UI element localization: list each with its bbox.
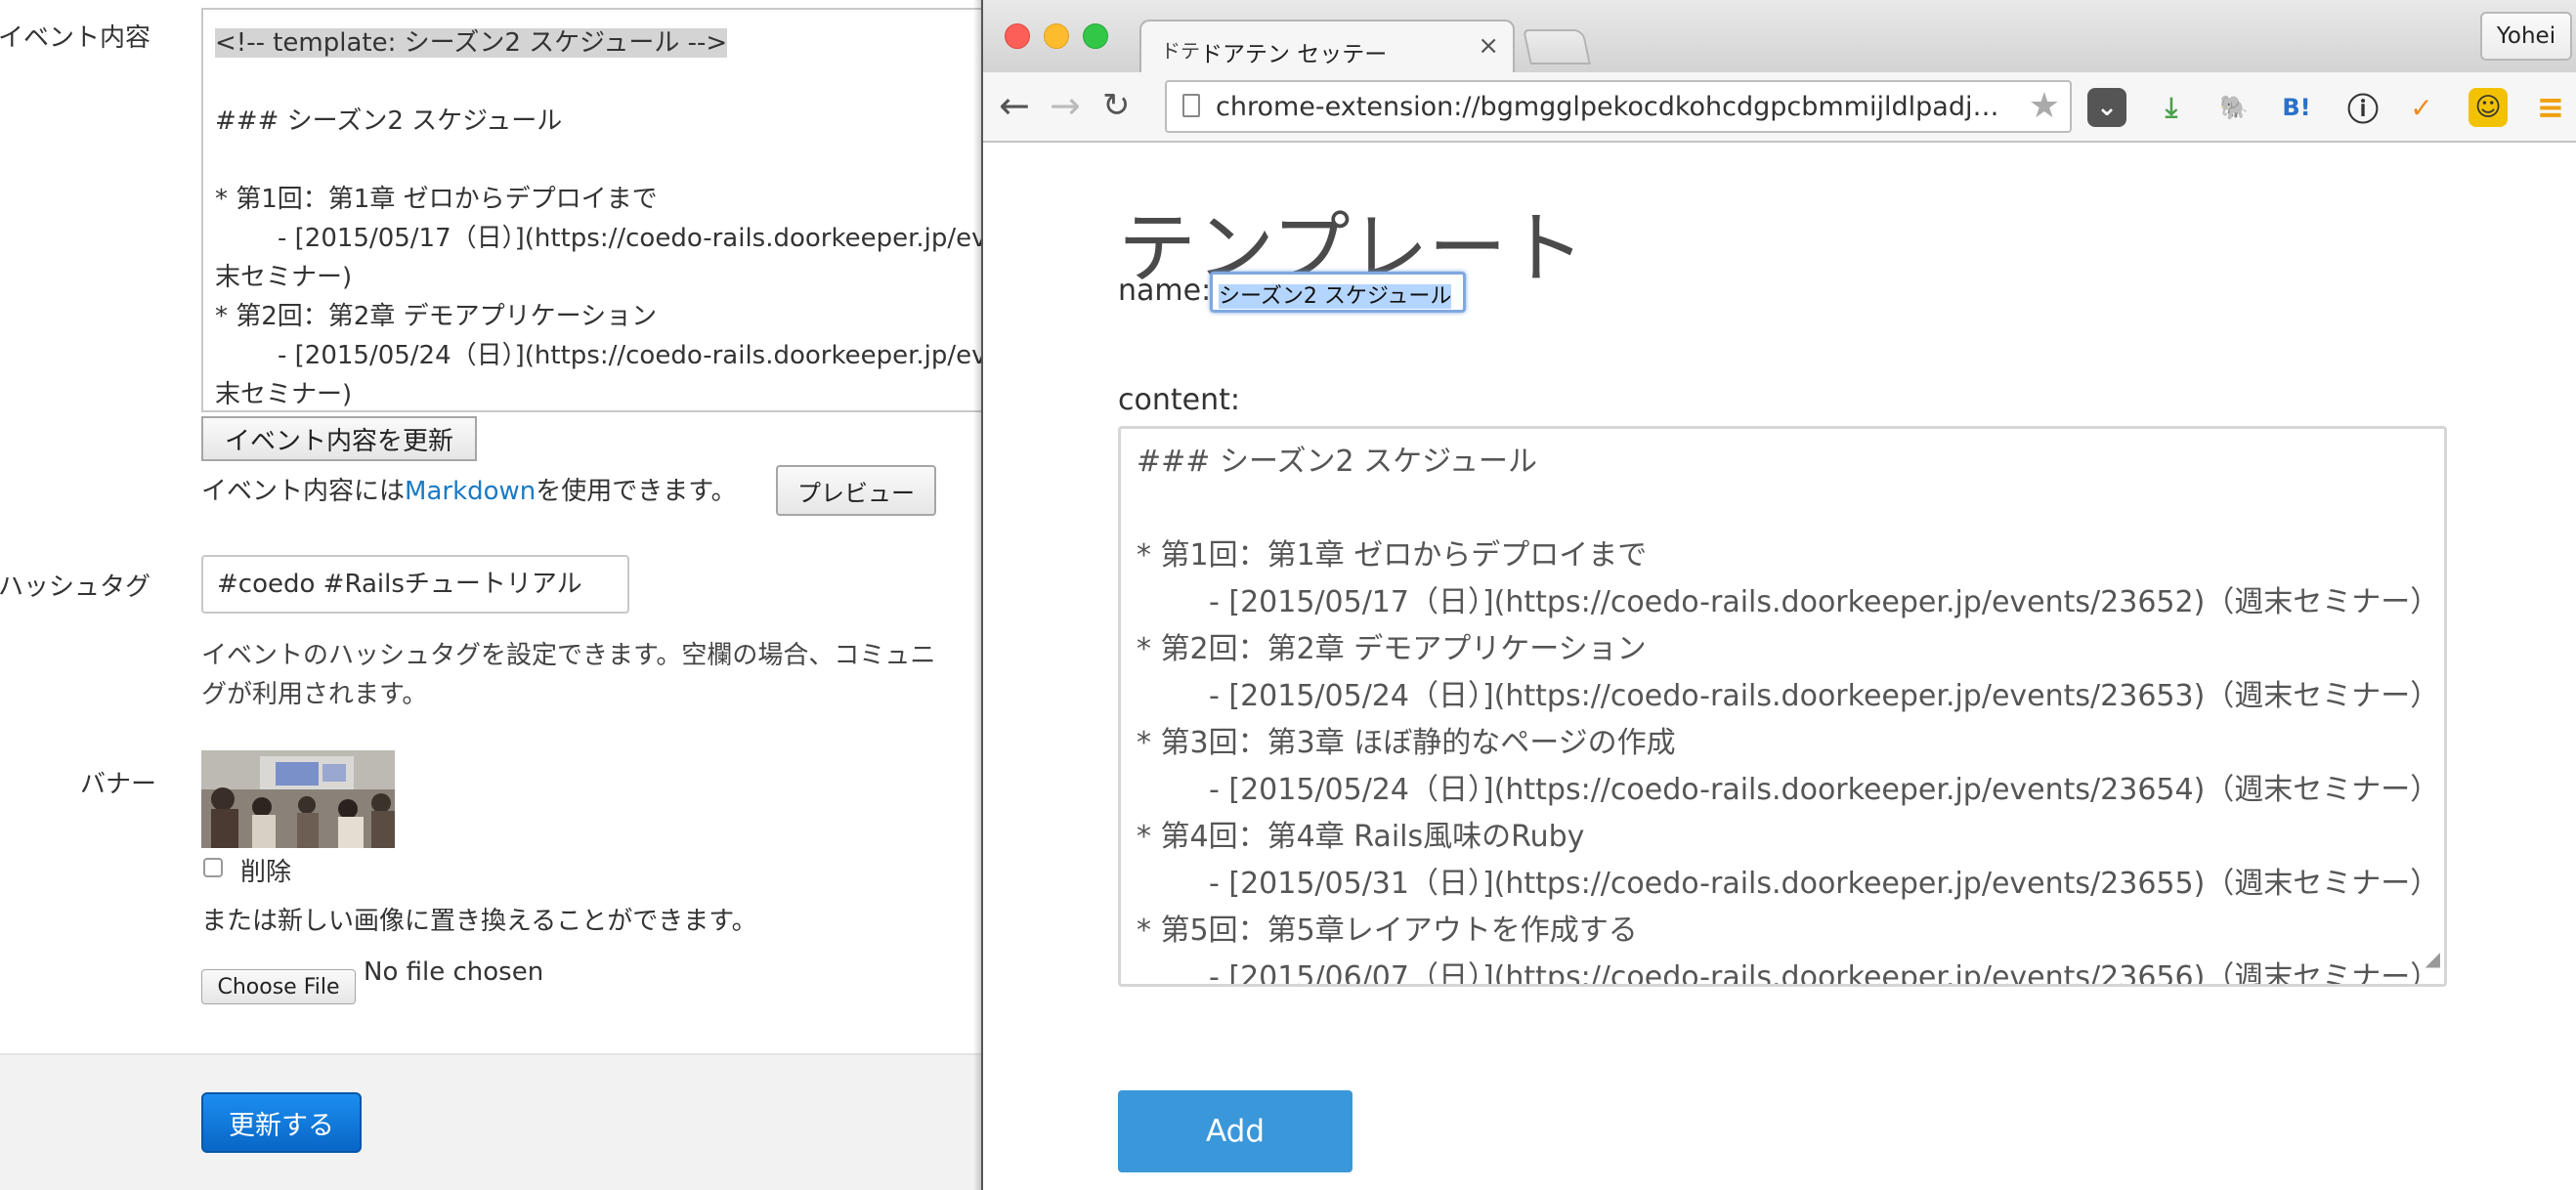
tab-options[interactable]: ドテ ドアテン セッテー × <box>1139 20 1515 74</box>
update-event-content-button[interactable]: イベント内容を更新 <box>201 416 477 461</box>
submit-update-button[interactable]: 更新する <box>201 1092 362 1153</box>
textarea-line: * 第2回：第2章 デモアプリケーション <box>1137 632 1647 666</box>
1password-icon[interactable]: ⓘ <box>2343 88 2383 128</box>
textarea-line <box>1137 486 2428 532</box>
hashtag-help-line2: グが利用されます。 <box>201 680 428 709</box>
chrome-toolbar: ← → ↻ chrome-extension://bgmgglpekocdkoh… <box>983 72 2576 143</box>
add-button[interactable]: Add <box>1118 1090 1352 1172</box>
bookmark-star-icon[interactable]: ★ <box>2029 86 2060 126</box>
content-textarea[interactable]: ### シーズン2 スケジュール * 第1回：第1章 ゼロからデプロイまで - … <box>1118 426 2447 987</box>
chrome-window: ドテ ドアテン セッテー × Yohei ← → ↻ chrome-extens… <box>981 0 2576 1190</box>
textarea-line: - [2015/05/24（日）](https://coedo-rails.do… <box>278 341 981 370</box>
minimize-window-icon[interactable] <box>1044 23 1069 49</box>
textarea-line <box>215 63 981 102</box>
markdown-note: イベント内容にはMarkdownを使用できます。 <box>201 471 737 507</box>
hashtag-help-line1: イベントのハッシュタグを設定できます。空欄の場合、コミュニ <box>201 641 936 670</box>
maximize-window-icon[interactable] <box>1083 23 1108 49</box>
url-text[interactable]: chrome-extension://bgmgglpekocdkohcdgpcb… <box>1216 92 2007 122</box>
content-label: content: <box>1118 383 1240 417</box>
page-icon <box>1182 94 1200 117</box>
textarea-line: - [2015/05/17（日）](https://coedo-rails.do… <box>278 224 981 253</box>
textarea-line: * 第4回：第4章 Rails風味のRuby <box>1137 820 1585 854</box>
hashtag-label: ハッシュタグ <box>0 573 151 602</box>
textarea-line: ### シーズン2 スケジュール <box>1137 445 1537 479</box>
delete-label: 削除 <box>240 858 292 887</box>
preview-button[interactable]: プレビュー <box>776 465 936 516</box>
evernote-icon[interactable]: 🐘 <box>2214 88 2254 127</box>
forward-icon[interactable]: → <box>1050 84 1081 127</box>
event-content-label: イベント内容 <box>0 23 151 53</box>
textarea-line <box>215 141 981 180</box>
back-icon[interactable]: ← <box>999 84 1030 127</box>
textarea-line: 末セミナー) <box>215 263 353 292</box>
replace-image-note: または新しい画像に置き換えることができます。 <box>201 907 757 936</box>
tab-close-icon[interactable]: × <box>1478 31 1499 61</box>
no-file-chosen-text: No file chosen <box>364 957 544 987</box>
feedly-icon[interactable]: ✓ <box>2402 88 2441 127</box>
hashtag-input[interactable]: #coedo #Railsチュートリアル <box>201 555 629 614</box>
menu-icon[interactable]: ≡ <box>2531 88 2570 127</box>
event-content-textarea[interactable]: <!-- template: シーズン2 スケジュール --> ### シーズン… <box>201 8 981 412</box>
banner-photo <box>201 750 395 848</box>
avatar-extension-icon[interactable]: ☺ <box>2469 88 2508 127</box>
banner-image <box>201 750 395 848</box>
options-page: テンプレート name: シーズン2 スケジュール content: ### シ… <box>983 143 2576 1190</box>
address-bar[interactable]: chrome-extension://bgmgglpekocdkohcdgpcb… <box>1165 80 2072 133</box>
tab-title: ドアテン セッテー <box>1200 42 1388 67</box>
textarea-line: - [2015/05/24（日）](https://coedo-rails.do… <box>1209 773 2440 807</box>
new-tab-button[interactable] <box>1523 29 1591 64</box>
markdown-note-suffix: を使用できます。 <box>536 477 737 506</box>
close-window-icon[interactable] <box>1005 23 1030 49</box>
textarea-line: * 第1回：第1章 ゼロからデプロイまで <box>215 185 658 214</box>
name-input-value: シーズン2 スケジュール <box>1219 284 1452 309</box>
textarea-line: - [2015/05/24（日）](https://coedo-rails.do… <box>1209 679 2440 713</box>
textarea-line: <!-- template: シーズン2 スケジュール --> <box>215 28 728 58</box>
choose-file-button[interactable]: Choose File <box>201 969 356 1004</box>
textarea-line: - [2015/05/31（日）](https://coedo-rails.do… <box>1209 867 2440 901</box>
pocket-icon[interactable]: ⌄ <box>2087 88 2126 127</box>
textarea-line: * 第1回：第1章 ゼロからデプロイまで <box>1137 538 1648 573</box>
reload-icon[interactable]: ↻ <box>1102 84 1131 127</box>
evernote-web-clipper-icon[interactable]: ⤓ <box>2152 88 2191 127</box>
name-label: name: <box>1118 274 1212 308</box>
profile-button[interactable]: Yohei <box>2480 12 2572 61</box>
textarea-line: * 第5回：第5章レイアウトを作成する <box>1137 914 1638 948</box>
textarea-line: 末セミナー) <box>215 380 353 409</box>
delete-banner-checkbox[interactable] <box>203 858 223 877</box>
textarea-line: - [2015/05/17（日）](https://coedo-rails.do… <box>1209 585 2440 619</box>
textarea-line: ### シーズン2 スケジュール <box>215 106 563 136</box>
hatena-bookmark-icon[interactable]: B! <box>2277 88 2316 127</box>
markdown-link[interactable]: Markdown <box>405 477 536 506</box>
textarea-line: * 第3回：第3章 ほぼ静的なページの作成 <box>1137 726 1676 760</box>
textarea-line: * 第2回：第2章 デモアプリケーション <box>215 302 658 331</box>
markdown-note-prefix: イベント内容には <box>201 477 406 506</box>
event-edit-form: イベント内容 <!-- template: シーズン2 スケジュール --> #… <box>0 0 981 1190</box>
name-input[interactable]: シーズン2 スケジュール <box>1210 272 1466 313</box>
tab-favicon-icon: ドテ <box>1161 39 1200 63</box>
form-footer <box>0 1053 981 1190</box>
resize-grip-icon[interactable]: ◢ <box>2426 935 2440 982</box>
banner-label: バナー <box>80 770 157 799</box>
textarea-line: - [2015/06/07（日）](https://coedo-rails.do… <box>1209 960 2440 987</box>
window-edge-shadow <box>973 0 981 1190</box>
chrome-titlebar: ドテ ドアテン セッテー × Yohei <box>983 0 2576 74</box>
